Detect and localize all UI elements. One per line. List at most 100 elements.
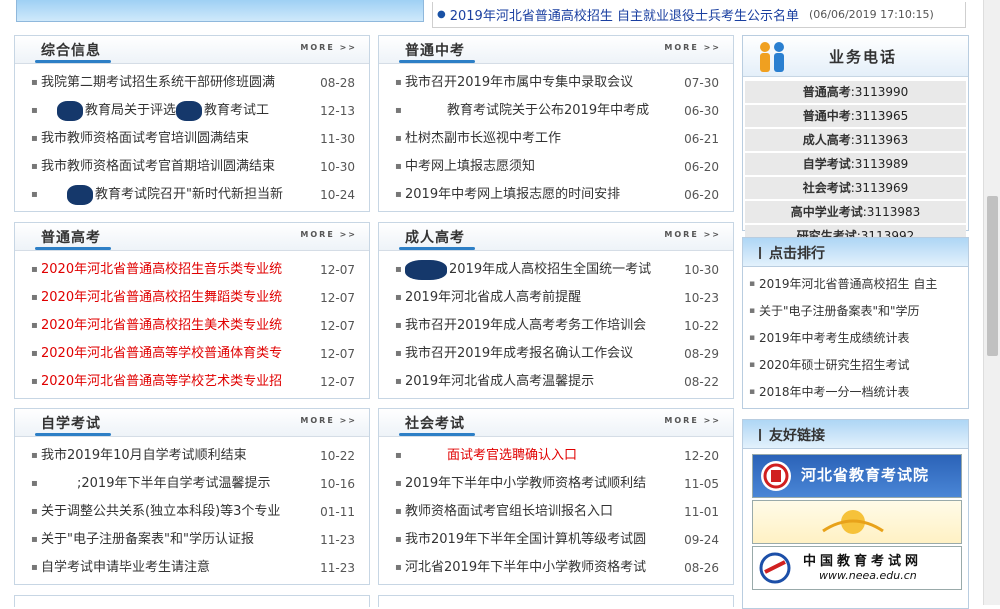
link-hebeea-label: 河北省教育考试院 bbox=[801, 466, 930, 484]
list-item[interactable]: ▪ 我院第二期考试招生系统干部研修班圆满 08-28 bbox=[15, 69, 369, 97]
bullet-icon: ● bbox=[437, 9, 446, 20]
redaction-mark bbox=[67, 184, 93, 205]
panel-header: 综合信息 MORE >> bbox=[15, 36, 369, 64]
phone-row: 成人高考:3113963 bbox=[745, 129, 966, 151]
links-header: ❙ 友好链接 bbox=[743, 420, 968, 449]
more-link[interactable]: MORE >> bbox=[664, 43, 721, 52]
link-neea[interactable]: 中国教育考试网 www.neea.edu.cn bbox=[752, 546, 962, 590]
panel-header: 自学考试 MORE >> bbox=[15, 409, 369, 437]
list-item[interactable]: ▪ ;2019年下半年自学考试温馨提示 10-16 bbox=[15, 470, 369, 498]
more-link[interactable]: MORE >> bbox=[300, 43, 357, 52]
news-list: ▪ 面试考官选聘确认入口 12-20 ▪ 2019年下半年中小学教师资格考试顺利结 11… bbox=[379, 437, 733, 582]
list-item[interactable]: ▪ 面试考官选聘确认入口 12-20 bbox=[379, 442, 733, 470]
list-item[interactable]: ▪ 2020年河北省普通高校招生舞蹈类专业统 12-07 bbox=[15, 284, 369, 312]
notice-bar[interactable]: ● 2019年河北省普通高校招生 自主就业退役士兵考生公示名单 (06/06/2… bbox=[432, 2, 966, 28]
list-item[interactable]: ▪ 教育考试院召开"新时代新担当新 10-24 bbox=[15, 181, 369, 209]
list-item[interactable]: ▪ 2020年河北省普通高校招生美术类专业统 12-07 bbox=[15, 312, 369, 340]
panel-chengren: 成人高考 MORE >> ▪ 2019年成人高校招生全国统一考试 10-30 ▪ 20… bbox=[378, 222, 734, 399]
list-item[interactable]: ▪ 教育考试院关于公布2019年中考成 06-30 bbox=[379, 97, 733, 125]
list-item[interactable]: ▪ 2020年河北省普通高等学校普通体育类专 12-07 bbox=[15, 340, 369, 368]
business-phone-title: 业务电话 bbox=[829, 48, 898, 66]
list-item[interactable]: 2020年硕士研究生招生考试 bbox=[743, 352, 968, 379]
scrollbar-thumb[interactable] bbox=[987, 196, 998, 356]
list-item[interactable]: ▪ 2019年成人高校招生全国统一考试 10-30 bbox=[379, 256, 733, 284]
link-neea-url: www.neea.edu.cn bbox=[819, 569, 917, 582]
panel-zhongkao: 普通中考 MORE >> ▪ 我市召开2019年市属中专集中录取会议 07-30 ▪… bbox=[378, 35, 734, 212]
list-item[interactable]: ▪ 中考网上填报志愿须知 06-20 bbox=[379, 153, 733, 181]
list-item[interactable]: ▪ 我市召开2019年市属中专集中录取会议 07-30 bbox=[379, 69, 733, 97]
list-item[interactable]: ▪ 我市召开2019年成人高考考务工作培训会 10-22 bbox=[379, 312, 733, 340]
list-item[interactable]: ▪ 我市教师资格面试考官首期培训圆满结束 10-30 bbox=[15, 153, 369, 181]
redaction-mark bbox=[405, 259, 447, 280]
news-list: ▪ 2020年河北省普通高校招生音乐类专业统 12-07 ▪ 2020年河北省普通高校… bbox=[15, 251, 369, 396]
list-item[interactable]: 关于"电子注册备案表"和"学历 bbox=[743, 298, 968, 325]
list-item[interactable]: 2018年中考一分一档统计表 bbox=[743, 379, 968, 406]
notice-link[interactable]: 2019年河北省普通高校招生 自主就业退役士兵考生公示名单 bbox=[450, 5, 799, 24]
emblem-icon bbox=[761, 461, 791, 491]
panel-next-right bbox=[378, 595, 734, 607]
list-item[interactable]: ▪ 杜树杰副市长巡视中考工作 06-21 bbox=[379, 125, 733, 153]
panel-gaokao: 普通高考 MORE >> ▪ 2020年河北省普通高校招生音乐类专业统 12-07 … bbox=[14, 222, 370, 399]
phone-row: 高中学业考试:3113983 bbox=[745, 201, 966, 223]
marker-icon: ❙ bbox=[755, 427, 766, 441]
panel-header: 普通高考 MORE >> bbox=[15, 223, 369, 251]
list-item[interactable]: ▪ 我市召开2019年成考报名确认工作会议 08-29 bbox=[379, 340, 733, 368]
list-item[interactable]: ▪ 河北省2019年下半年中小学教师资格考试 08-26 bbox=[379, 554, 733, 582]
panel-header: 社会考试 MORE >> bbox=[379, 409, 733, 437]
link-neea-cn: 中国教育考试网 bbox=[803, 554, 923, 569]
ranking-header: ❙ 点击排行 bbox=[743, 238, 968, 267]
redaction-mark bbox=[176, 100, 203, 121]
list-item[interactable]: ▪ 2019年下半年中小学教师资格考试顺利结 11-05 bbox=[379, 470, 733, 498]
list-item[interactable]: ▪ 教师资格面试考官组长培训报名入口 11-01 bbox=[379, 498, 733, 526]
marker-icon: ❙ bbox=[755, 245, 766, 259]
panel-title: 普通高考 bbox=[35, 227, 111, 250]
phone-row: 普通中考:3113965 bbox=[745, 105, 966, 127]
neea-logo-icon bbox=[759, 552, 791, 584]
ranking-title: 点击排行 bbox=[769, 246, 825, 262]
list-item[interactable]: 2019年中考考生成绩统计表 bbox=[743, 325, 968, 352]
business-phone-header: 业务电话 bbox=[743, 36, 968, 77]
phone-row: 社会考试:3113969 bbox=[745, 177, 966, 199]
more-link[interactable]: MORE >> bbox=[664, 416, 721, 425]
panel-shehui: 社会考试 MORE >> ▪ 面试考官选聘确认入口 12-20 ▪ 2019年下半年中… bbox=[378, 408, 734, 585]
panel-header: 成人高考 MORE >> bbox=[379, 223, 733, 251]
panel-zonghe: 综合信息 MORE >> ▪ 我院第二期考试招生系统干部研修班圆满 08-28 ▪ 教… bbox=[14, 35, 370, 212]
list-item[interactable]: ▪ 我市教师资格面试考官培训圆满结束 11-30 bbox=[15, 125, 369, 153]
top-banner-image[interactable] bbox=[16, 0, 424, 22]
list-item[interactable]: ▪ 关于调整公共关系(独立本科段)等3个专业 01-11 bbox=[15, 498, 369, 526]
list-item[interactable]: ▪ 2020年河北省普通高等学校艺术类专业招 12-07 bbox=[15, 368, 369, 396]
panel-title: 成人高考 bbox=[399, 227, 475, 250]
more-link[interactable]: MORE >> bbox=[300, 230, 357, 239]
panel-title: 普通中考 bbox=[399, 40, 475, 63]
more-link[interactable]: MORE >> bbox=[300, 416, 357, 425]
sun-logo-icon bbox=[822, 510, 884, 534]
phone-row: 自学考试:3113989 bbox=[745, 153, 966, 175]
panel-title: 社会考试 bbox=[399, 413, 475, 436]
page-scrollbar[interactable] bbox=[983, 0, 1000, 605]
list-item[interactable]: ▪ 2019年中考网上填报志愿的时间安排 06-20 bbox=[379, 181, 733, 209]
list-item[interactable]: ▪ 我市2019年下半年全国计算机等级考试圆 09-24 bbox=[379, 526, 733, 554]
panel-title: 自学考试 bbox=[35, 413, 111, 436]
panel-next-left bbox=[14, 595, 370, 607]
list-item[interactable]: ▪ 我市2019年10月自学考试顺利结束 10-22 bbox=[15, 442, 369, 470]
notice-date: (06/06/2019 17:10:15) bbox=[808, 8, 934, 21]
list-item[interactable]: ▪ 2019年河北省成人高考前提醒 10-23 bbox=[379, 284, 733, 312]
links-box: ❙ 友好链接 河北省教育考试院 中国教育考试网 www.neea.edu.cn bbox=[742, 419, 969, 609]
list-item[interactable]: ▪ 关于"电子注册备案表"和"学历认证报 11-23 bbox=[15, 526, 369, 554]
list-item[interactable]: ▪ 自学考试申请毕业考生请注意 11-23 bbox=[15, 554, 369, 582]
links-title: 友好链接 bbox=[769, 428, 825, 444]
list-item[interactable]: ▪ 教育局关于评选 教育考试工 12-13 bbox=[15, 97, 369, 125]
more-link[interactable]: MORE >> bbox=[664, 230, 721, 239]
ranking-box: ❙ 点击排行 2019年河北省普通高校招生 自主 关于"电子注册备案表"和"学历… bbox=[742, 237, 969, 409]
link-hebeea[interactable]: 河北省教育考试院 bbox=[752, 454, 962, 498]
news-list: ▪ 我院第二期考试招生系统干部研修班圆满 08-28 ▪ 教育局关于评选 教育考试工 12… bbox=[15, 64, 369, 209]
list-item[interactable]: 2019年河北省普通高校招生 自主 bbox=[743, 271, 968, 298]
list-item[interactable]: ▪ 2020年河北省普通高校招生音乐类专业统 12-07 bbox=[15, 256, 369, 284]
panel-header: 普通中考 MORE >> bbox=[379, 36, 733, 64]
phone-row: 普通高考:3113990 bbox=[745, 81, 966, 103]
panel-zixue: 自学考试 MORE >> ▪ 我市2019年10月自学考试顺利结束 10-22 ▪;… bbox=[14, 408, 370, 585]
ranking-list: 2019年河北省普通高校招生 自主 关于"电子注册备案表"和"学历 2019年中… bbox=[743, 267, 968, 406]
list-item[interactable]: ▪ 2019年河北省成人高考温馨提示 08-22 bbox=[379, 368, 733, 396]
panel-title: 综合信息 bbox=[35, 40, 111, 63]
link-banner-2[interactable] bbox=[752, 500, 962, 544]
